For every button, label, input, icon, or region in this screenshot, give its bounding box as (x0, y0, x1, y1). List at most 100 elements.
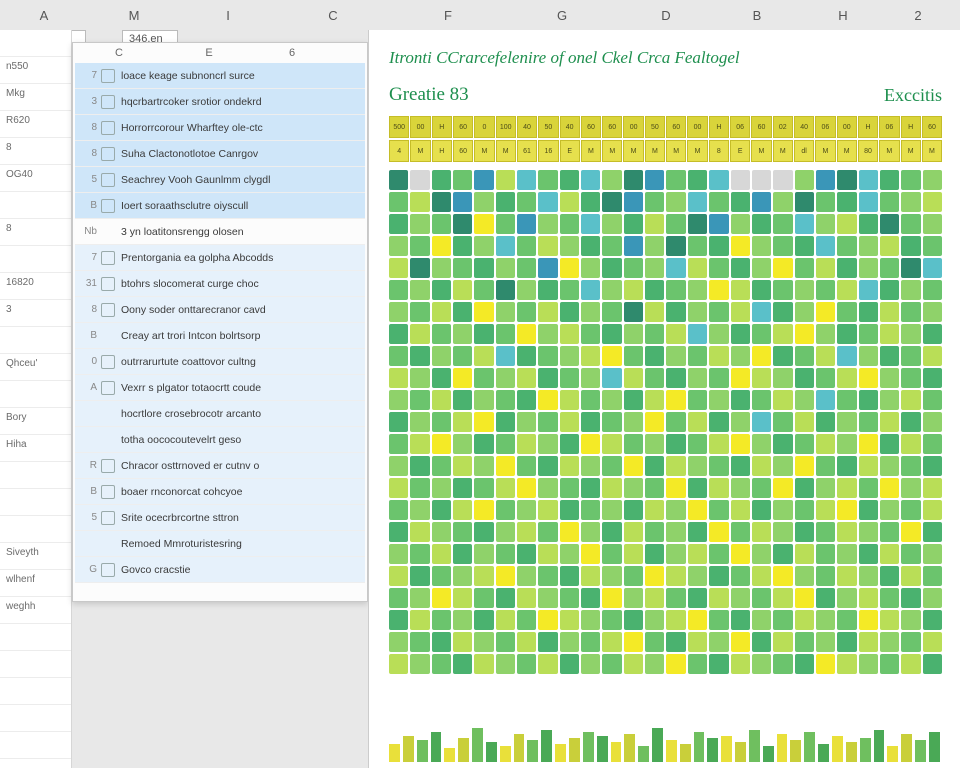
heatmap-cell (816, 302, 835, 322)
heatmap-cell (517, 280, 536, 300)
heatmap-cell (538, 412, 557, 432)
list-item[interactable]: BCreay art trori Intcon bolrtsorp (75, 323, 365, 349)
list-item[interactable]: Remoed Mmroturistesring (75, 531, 365, 557)
heatmap-cell (795, 192, 814, 212)
sheet-cell[interactable]: Mkg (0, 84, 71, 111)
sheet-cell[interactable]: Hiha (0, 435, 71, 462)
heatmap-cell (880, 258, 899, 278)
column-header[interactable]: 2 (886, 6, 950, 25)
panel-col-header[interactable]: E (161, 47, 257, 59)
panel-col-header[interactable]: 6 (257, 47, 327, 59)
sheet-cell[interactable]: 16820 (0, 273, 71, 300)
checkbox-icon[interactable] (101, 303, 115, 317)
sheet-cell[interactable] (0, 462, 71, 489)
sheet-cell[interactable] (0, 192, 71, 219)
sheet-cell[interactable]: R620 (0, 111, 71, 138)
sheet-cell[interactable] (0, 30, 71, 57)
sheet-cell[interactable] (0, 678, 71, 705)
heatmap-cell (410, 632, 429, 652)
bar (389, 744, 400, 762)
panel-col-header[interactable]: C (77, 47, 161, 59)
column-header[interactable]: F (390, 6, 506, 25)
column-header[interactable]: C (276, 6, 390, 25)
list-item[interactable]: GGovco cracstie (75, 557, 365, 583)
sheet-cell[interactable]: 8 (0, 219, 71, 246)
list-item[interactable]: 8Oony soder onttarecranor cavd (75, 297, 365, 323)
ruler-tick: M (773, 140, 793, 162)
sheet-cell[interactable]: OG40 (0, 165, 71, 192)
heatmap-cell (752, 500, 771, 520)
list-item[interactable]: BIoert soraathsclutre oiyscull (75, 193, 365, 219)
ruler-tick: 60 (666, 116, 686, 138)
sheet-cell[interactable]: Siveyth (0, 543, 71, 570)
checkbox-icon[interactable] (101, 459, 115, 473)
column-header[interactable]: I (180, 6, 276, 25)
heatmap-cell (901, 456, 920, 476)
list-item[interactable]: 0outrrarurtute coattovor cultng (75, 349, 365, 375)
heatmap-cell (517, 456, 536, 476)
checkbox-icon[interactable] (101, 511, 115, 525)
heatmap-cell (581, 368, 600, 388)
list-item[interactable]: hocrtlore crosebrocotr arcanto (75, 401, 365, 427)
sheet-cell[interactable]: Bory (0, 408, 71, 435)
checkbox-icon[interactable] (101, 355, 115, 369)
checkbox-icon[interactable] (101, 563, 115, 577)
heatmap-cell (517, 588, 536, 608)
heatmap-cell (773, 170, 792, 190)
sheet-cell[interactable]: 3 (0, 300, 71, 327)
heatmap-cell (837, 280, 856, 300)
checkbox-icon[interactable] (101, 277, 115, 291)
bar (597, 736, 608, 762)
sheet-cell[interactable] (0, 651, 71, 678)
sheet-cell[interactable] (0, 381, 71, 408)
column-header[interactable]: D (618, 6, 714, 25)
heatmap-cell (624, 610, 643, 630)
sheet-cell[interactable]: n550 (0, 57, 71, 84)
list-item[interactable]: RChracor osttrnoved er cutnv o (75, 453, 365, 479)
column-header[interactable]: B (714, 6, 800, 25)
sheet-cell[interactable] (0, 246, 71, 273)
checkbox-icon[interactable] (101, 147, 115, 161)
checkbox-icon[interactable] (101, 199, 115, 213)
sheet-cell[interactable] (0, 489, 71, 516)
sheet-cell[interactable] (0, 705, 71, 732)
sheet-cell[interactable] (0, 732, 71, 759)
checkbox-icon[interactable] (101, 121, 115, 135)
list-item[interactable]: 5Seachrey Vooh Gaunlmm clygdl (75, 167, 365, 193)
sheet-cell[interactable] (0, 327, 71, 354)
list-item[interactable]: 3hqcrbartrcoker srotior ondekrd (75, 89, 365, 115)
column-header[interactable]: M (88, 6, 180, 25)
checkbox-icon[interactable] (101, 251, 115, 265)
list-item[interactable]: 8Horrorrcorour Wharftey ole-ctc (75, 115, 365, 141)
column-header[interactable]: A (0, 6, 88, 25)
heatmap-cell (602, 214, 621, 234)
sheet-cell[interactable]: wlhenf (0, 570, 71, 597)
list-item[interactable]: Bboaer rnconorcat cohcyoe (75, 479, 365, 505)
sheet-cell[interactable] (0, 516, 71, 543)
heatmap-cell (538, 236, 557, 256)
list-item[interactable]: 5Srite ocecrbrcortne sttron (75, 505, 365, 531)
heatmap-cell (752, 566, 771, 586)
list-item[interactable]: 8Suha Clactonotlotoe Canrgov (75, 141, 365, 167)
checkbox-icon[interactable] (101, 381, 115, 395)
list-item[interactable]: totha oococoutevelrt geso (75, 427, 365, 453)
column-header[interactable]: H (800, 6, 886, 25)
checkbox-icon[interactable] (101, 485, 115, 499)
checkbox-icon[interactable] (101, 95, 115, 109)
list-item[interactable]: AVexrr s plgator totaocrtt coude (75, 375, 365, 401)
sheet-cell[interactable]: weghh (0, 597, 71, 624)
checkbox-icon[interactable] (101, 69, 115, 83)
list-item[interactable]: 7Prentorgania ea golpha Abcodds (75, 245, 365, 271)
list-item[interactable]: 31btohrs slocomerat curge choc (75, 271, 365, 297)
heatmap-cell (709, 478, 728, 498)
list-item[interactable]: 7loace keage subnoncrl surce (75, 63, 365, 89)
heatmap-cell (496, 412, 515, 432)
list-item[interactable]: Nb3 yn loatitonsrengg olosen (75, 219, 365, 245)
heatmap-cell (602, 522, 621, 542)
sheet-cell[interactable]: Qhceu' (0, 354, 71, 381)
sheet-cell[interactable]: 8 (0, 138, 71, 165)
list-item-label: hqcrbartrcoker srotior ondekrd (121, 96, 361, 108)
column-header[interactable]: G (506, 6, 618, 25)
checkbox-icon[interactable] (101, 173, 115, 187)
sheet-cell[interactable] (0, 624, 71, 651)
